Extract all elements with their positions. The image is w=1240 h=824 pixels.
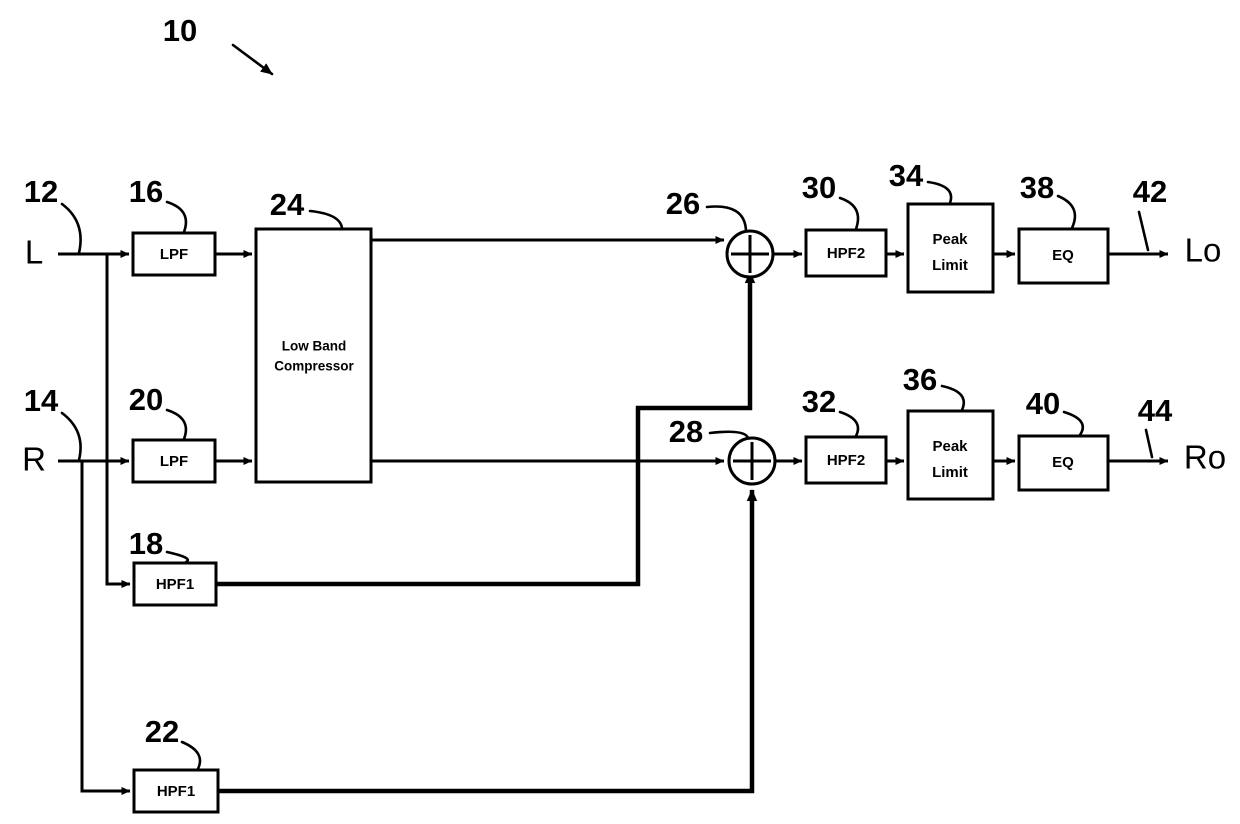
block-eq-right[interactable]: EQ bbox=[1017, 434, 1110, 492]
ref-40-group: 40 bbox=[1026, 386, 1085, 437]
ref-22-group: 22 bbox=[145, 714, 202, 771]
block-compressor-label-line2: Compressor bbox=[274, 359, 354, 374]
block-hpf2-left[interactable]: HPF2 bbox=[804, 228, 888, 278]
ref-leader-peak-limit-left bbox=[926, 180, 953, 205]
ref-32-group: 32 bbox=[802, 384, 860, 438]
ref-16-group: 16 bbox=[129, 174, 188, 234]
ref-leader-input-right bbox=[60, 411, 82, 462]
ref-leader-hpf2-left bbox=[838, 196, 860, 231]
block-hpf1-right[interactable]: HPF1 bbox=[132, 768, 220, 814]
block-peak-limit-right-label-line1: Peak bbox=[932, 438, 968, 455]
ref-18-group: 18 bbox=[129, 526, 190, 564]
ref-leader-hpf1-left bbox=[165, 550, 190, 564]
ref-label-hpf1-left: 18 bbox=[129, 526, 163, 561]
figure-canvas: 10 LPF LPF HPF1 HPF1 Low Band Compressor… bbox=[0, 0, 1240, 824]
ref-leader-eq-left bbox=[1056, 194, 1077, 230]
input-label-left: L bbox=[25, 234, 43, 271]
ref-42-group: 42 bbox=[1133, 174, 1167, 252]
ref-label-summer-right: 28 bbox=[669, 414, 703, 449]
ref-24-group: 24 bbox=[270, 187, 344, 230]
ref-36-group: 36 bbox=[903, 362, 966, 412]
figure-number-leader bbox=[231, 43, 274, 76]
block-hpf1-left[interactable]: HPF1 bbox=[132, 561, 218, 607]
block-hpf2-left-label: HPF2 bbox=[827, 245, 865, 262]
block-diagram-svg: 10 LPF LPF HPF1 HPF1 Low Band Compressor… bbox=[22, 13, 1226, 814]
ref-label-eq-left: 38 bbox=[1020, 170, 1054, 205]
ref-leader-hpf1-right bbox=[180, 740, 202, 771]
output-label-right: Ro bbox=[1184, 439, 1226, 476]
block-hpf1-right-label: HPF1 bbox=[157, 783, 195, 800]
summer-left[interactable] bbox=[725, 229, 775, 279]
ref-label-lpf-right: 20 bbox=[129, 382, 163, 417]
block-hpf1-left-label: HPF1 bbox=[156, 576, 194, 593]
block-peak-limit-left[interactable]: Peak Limit bbox=[906, 202, 995, 294]
block-peak-limit-left-label-line2: Limit bbox=[932, 257, 968, 274]
ref-26-group: 26 bbox=[666, 186, 748, 233]
figure-number-label: 10 bbox=[163, 13, 197, 48]
block-low-band-compressor[interactable]: Low Band Compressor bbox=[254, 227, 373, 484]
ref-label-output-right: 44 bbox=[1138, 393, 1173, 428]
ref-leader-output-left bbox=[1137, 210, 1150, 252]
ref-label-eq-right: 40 bbox=[1026, 386, 1060, 421]
wire-l-branch-to-hpf1 bbox=[105, 254, 131, 588]
ref-label-hpf2-right: 32 bbox=[802, 384, 836, 419]
ref-leader-output-right bbox=[1144, 428, 1154, 459]
ref-leader-lpf-left bbox=[165, 200, 188, 234]
ref-label-hpf1-right: 22 bbox=[145, 714, 179, 749]
block-hpf2-right[interactable]: HPF2 bbox=[804, 435, 888, 485]
ref-34-group: 34 bbox=[889, 158, 953, 205]
wire-hpf1-right-to-summer-right bbox=[218, 489, 758, 794]
ref-leader-hpf2-right bbox=[838, 410, 860, 438]
block-compressor-label-line1: Low Band bbox=[282, 339, 347, 354]
figure-number-group: 10 bbox=[163, 13, 274, 76]
ref-label-hpf2-left: 30 bbox=[802, 170, 836, 205]
ref-label-output-left: 42 bbox=[1133, 174, 1167, 209]
ref-label-summer-left: 26 bbox=[666, 186, 700, 221]
ref-38-group: 38 bbox=[1020, 170, 1077, 230]
ref-leader-summer-left bbox=[705, 205, 748, 233]
wires-group bbox=[58, 236, 1169, 795]
ref-20-group: 20 bbox=[129, 382, 188, 441]
block-hpf2-right-label: HPF2 bbox=[827, 452, 865, 469]
ref-leader-lpf-right bbox=[165, 408, 188, 441]
ref-label-lpf-left: 16 bbox=[129, 174, 163, 209]
ref-30-group: 30 bbox=[802, 170, 860, 231]
block-eq-left[interactable]: EQ bbox=[1017, 227, 1110, 285]
block-peak-limit-right[interactable]: Peak Limit bbox=[906, 409, 995, 501]
ref-label-input-right: 14 bbox=[24, 383, 59, 418]
block-peak-limit-right-label-line2: Limit bbox=[932, 464, 968, 481]
ref-label-compressor: 24 bbox=[270, 187, 305, 222]
ref-leader-summer-right bbox=[708, 430, 750, 440]
ref-label-input-left: 12 bbox=[24, 174, 58, 209]
block-lpf-right-label: LPF bbox=[160, 453, 188, 470]
ref-44-group: 44 bbox=[1138, 393, 1173, 459]
output-label-left: Lo bbox=[1185, 232, 1222, 269]
ref-leader-input-left bbox=[60, 202, 82, 255]
ref-label-peak-limit-left: 34 bbox=[889, 158, 924, 193]
block-eq-left-label: EQ bbox=[1052, 247, 1074, 264]
ref-leader-peak-limit-right bbox=[940, 384, 966, 412]
block-lpf-left[interactable]: LPF bbox=[131, 231, 217, 277]
block-peak-limit-left-label-line1: Peak bbox=[932, 231, 968, 248]
summer-right[interactable] bbox=[727, 436, 777, 486]
ref-leader-eq-right bbox=[1062, 410, 1085, 437]
block-lpf-left-label: LPF bbox=[160, 246, 188, 263]
input-label-right: R bbox=[22, 441, 46, 478]
block-eq-right-label: EQ bbox=[1052, 454, 1074, 471]
ref-label-peak-limit-right: 36 bbox=[903, 362, 937, 397]
ref-leader-compressor bbox=[308, 209, 344, 230]
block-lpf-right[interactable]: LPF bbox=[131, 438, 217, 484]
